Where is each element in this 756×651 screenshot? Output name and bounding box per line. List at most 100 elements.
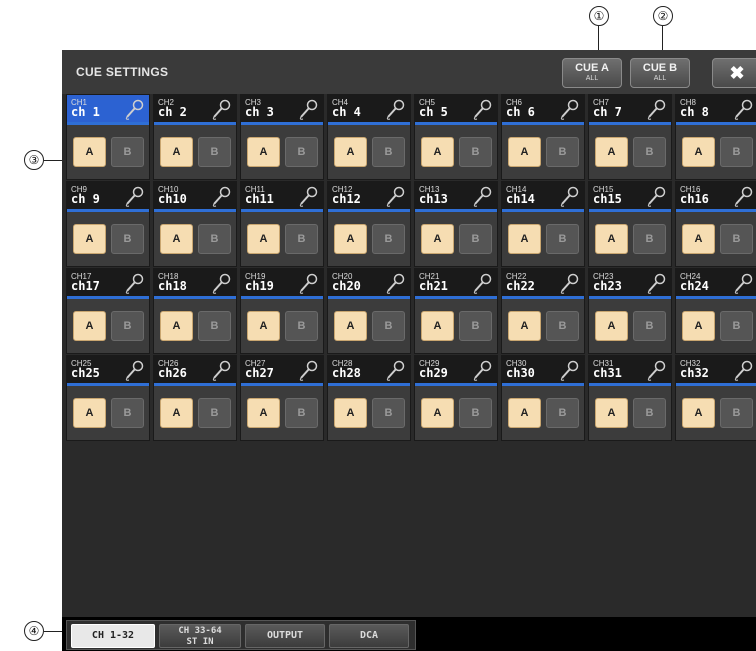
cue-a-button[interactable]: A: [160, 311, 193, 341]
cue-a-button[interactable]: A: [73, 398, 106, 428]
channel-name-area[interactable]: CH23 ch23: [589, 269, 671, 299]
cue-b-button[interactable]: B: [633, 311, 666, 341]
cue-a-button[interactable]: A: [334, 398, 367, 428]
channel-name-area[interactable]: CH7 ch 7: [589, 95, 671, 125]
channel-name-area[interactable]: CH6 ch 6: [502, 95, 584, 125]
cue-b-button[interactable]: B: [285, 398, 318, 428]
channel-name-area[interactable]: CH32 ch32: [676, 356, 756, 386]
channel-name-area[interactable]: CH16 ch16: [676, 182, 756, 212]
cue-b-button[interactable]: B: [720, 224, 753, 254]
channel-name-area[interactable]: CH14 ch14: [502, 182, 584, 212]
cue-a-button[interactable]: A: [508, 137, 541, 167]
channel-name-area[interactable]: CH13 ch13: [415, 182, 497, 212]
cue-b-button[interactable]: B: [198, 224, 231, 254]
cue-a-all-button[interactable]: CUE A ALL: [562, 58, 622, 88]
cue-b-button[interactable]: B: [546, 137, 579, 167]
channel-name-area[interactable]: CH30 ch30: [502, 356, 584, 386]
cue-b-button[interactable]: B: [459, 137, 492, 167]
channel-name-area[interactable]: CH17 ch17: [67, 269, 149, 299]
cue-b-button[interactable]: B: [546, 398, 579, 428]
cue-b-button[interactable]: B: [285, 224, 318, 254]
cue-b-button[interactable]: B: [633, 224, 666, 254]
cue-a-button[interactable]: A: [682, 311, 715, 341]
channel-name-area[interactable]: CH19 ch19: [241, 269, 323, 299]
cue-a-button[interactable]: A: [247, 398, 280, 428]
cue-a-button[interactable]: A: [595, 137, 628, 167]
cue-a-button[interactable]: A: [334, 137, 367, 167]
cue-a-button[interactable]: A: [595, 311, 628, 341]
cue-b-button[interactable]: B: [459, 224, 492, 254]
channel-name-area[interactable]: CH24 ch24: [676, 269, 756, 299]
tab-ch-1-32[interactable]: CH 1-32: [71, 624, 155, 648]
channel-name-area[interactable]: CH15 ch15: [589, 182, 671, 212]
cue-b-button[interactable]: B: [546, 311, 579, 341]
cue-b-button[interactable]: B: [633, 137, 666, 167]
channel-name-area[interactable]: CH31 ch31: [589, 356, 671, 386]
channel-name-area[interactable]: CH25 ch25: [67, 356, 149, 386]
cue-a-button[interactable]: A: [421, 224, 454, 254]
cue-b-button[interactable]: B: [111, 311, 144, 341]
channel-name-area[interactable]: CH10 ch10: [154, 182, 236, 212]
cue-a-button[interactable]: A: [595, 224, 628, 254]
channel-name-area[interactable]: CH9 ch 9: [67, 182, 149, 212]
channel-name-area[interactable]: CH8 ch 8: [676, 95, 756, 125]
channel-name-area[interactable]: CH22 ch22: [502, 269, 584, 299]
cue-a-button[interactable]: A: [508, 224, 541, 254]
cue-a-button[interactable]: A: [334, 224, 367, 254]
cue-b-button[interactable]: B: [459, 311, 492, 341]
cue-a-button[interactable]: A: [73, 311, 106, 341]
cue-a-button[interactable]: A: [682, 398, 715, 428]
cue-a-button[interactable]: A: [334, 311, 367, 341]
channel-name-area[interactable]: CH18 ch18: [154, 269, 236, 299]
channel-name-area[interactable]: CH4 ch 4: [328, 95, 410, 125]
cue-b-button[interactable]: B: [372, 137, 405, 167]
cue-b-button[interactable]: B: [111, 224, 144, 254]
channel-name-area[interactable]: CH29 ch29: [415, 356, 497, 386]
cue-b-button[interactable]: B: [459, 398, 492, 428]
channel-name-area[interactable]: CH26 ch26: [154, 356, 236, 386]
channel-name-area[interactable]: CH21 ch21: [415, 269, 497, 299]
cue-b-button[interactable]: B: [720, 137, 753, 167]
cue-b-button[interactable]: B: [720, 398, 753, 428]
cue-b-all-button[interactable]: CUE B ALL: [630, 58, 690, 88]
channel-name-area[interactable]: CH12 ch12: [328, 182, 410, 212]
cue-b-button[interactable]: B: [720, 311, 753, 341]
cue-a-button[interactable]: A: [508, 398, 541, 428]
tab-dca[interactable]: DCA: [329, 624, 409, 648]
cue-a-button[interactable]: A: [160, 137, 193, 167]
channel-name-area[interactable]: CH2 ch 2: [154, 95, 236, 125]
channel-name-area[interactable]: CH1 ch 1: [67, 95, 149, 125]
cue-b-button[interactable]: B: [372, 224, 405, 254]
cue-b-button[interactable]: B: [111, 398, 144, 428]
cue-b-button[interactable]: B: [633, 398, 666, 428]
cue-a-button[interactable]: A: [682, 224, 715, 254]
tab-output[interactable]: OUTPUT: [245, 624, 325, 648]
cue-b-button[interactable]: B: [546, 224, 579, 254]
cue-a-button[interactable]: A: [247, 224, 280, 254]
cue-b-button[interactable]: B: [198, 398, 231, 428]
cue-a-button[interactable]: A: [160, 224, 193, 254]
channel-name-area[interactable]: CH5 ch 5: [415, 95, 497, 125]
cue-a-button[interactable]: A: [247, 311, 280, 341]
cue-a-button[interactable]: A: [73, 224, 106, 254]
tab-ch-33-64-st-in[interactable]: CH 33-64 ST IN: [159, 624, 241, 648]
cue-b-button[interactable]: B: [285, 311, 318, 341]
channel-name-area[interactable]: CH11 ch11: [241, 182, 323, 212]
cue-b-button[interactable]: B: [372, 311, 405, 341]
channel-name-area[interactable]: CH28 ch28: [328, 356, 410, 386]
cue-a-button[interactable]: A: [160, 398, 193, 428]
cue-b-button[interactable]: B: [111, 137, 144, 167]
cue-a-button[interactable]: A: [421, 398, 454, 428]
cue-b-button[interactable]: B: [372, 398, 405, 428]
cue-b-button[interactable]: B: [198, 311, 231, 341]
cue-b-button[interactable]: B: [198, 137, 231, 167]
close-button[interactable]: ✖: [712, 58, 756, 88]
cue-a-button[interactable]: A: [595, 398, 628, 428]
channel-name-area[interactable]: CH27 ch27: [241, 356, 323, 386]
cue-b-button[interactable]: B: [285, 137, 318, 167]
channel-name-area[interactable]: CH3 ch 3: [241, 95, 323, 125]
cue-a-button[interactable]: A: [508, 311, 541, 341]
cue-a-button[interactable]: A: [421, 311, 454, 341]
cue-a-button[interactable]: A: [73, 137, 106, 167]
channel-name-area[interactable]: CH20 ch20: [328, 269, 410, 299]
